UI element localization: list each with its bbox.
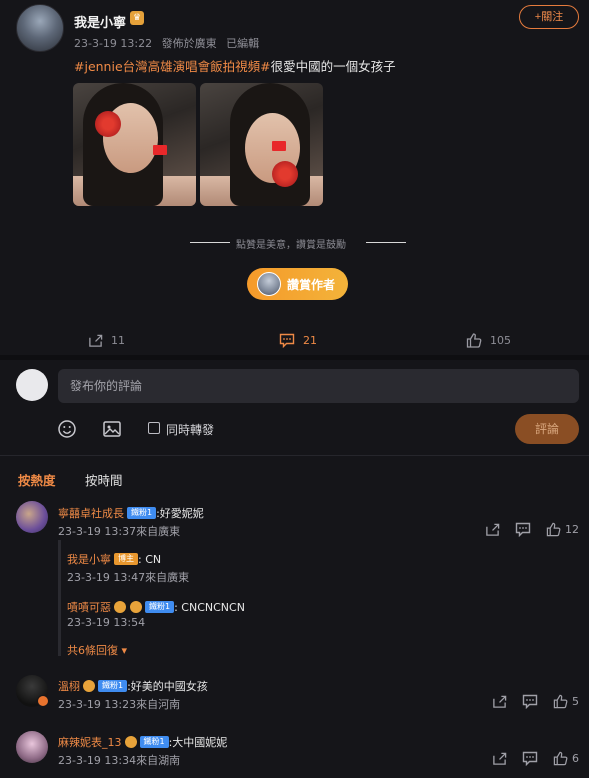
more-replies-link[interactable]: 共6條回復 ▾ <box>67 642 127 658</box>
reward-author-button[interactable]: 讚賞作者 <box>247 268 348 300</box>
reply-user[interactable]: 我是小寧 <box>67 553 111 566</box>
comment-icon <box>515 522 531 537</box>
slogan-text: 點贊是美意，讚賞是鼓勵 <box>236 240 346 251</box>
crown-icon <box>83 679 95 692</box>
tab-sort-hot[interactable]: 按熱度 <box>18 470 56 489</box>
emoji-icon[interactable] <box>57 419 77 439</box>
comment-user[interactable]: 麻辣妮表_13 <box>58 736 122 749</box>
reply-thread-line <box>58 540 61 656</box>
comment-reply-button[interactable] <box>522 694 538 709</box>
reward-label: 讚賞作者 <box>287 278 336 292</box>
thumbs-up-icon <box>466 332 482 348</box>
reward-avatar <box>257 272 281 296</box>
comment-user[interactable]: 溫栩 <box>58 680 80 693</box>
fan-badge: 鐵粉1 <box>139 735 169 748</box>
post-hashtag[interactable]: #jennie台灣高雄演唱會飯拍視頻# <box>74 59 271 74</box>
author-badge: 博主 <box>114 552 138 565</box>
comment-reply-button[interactable] <box>522 751 538 766</box>
thumbs-up-icon <box>546 522 561 537</box>
verified-icon <box>37 695 49 707</box>
section-divider <box>0 355 589 360</box>
post-text: #jennie台灣高雄演唱會飯拍視頻#很愛中國的一個女孩子 <box>74 56 396 75</box>
follow-button[interactable]: +關注 <box>519 5 579 29</box>
comment-header: 麻辣妮表_13 鐵粉1:大中國妮妮 <box>58 731 227 750</box>
crown-icon <box>124 735 137 748</box>
vip-crown-icon: ♛ <box>130 11 144 25</box>
thumbs-up-icon <box>553 694 568 709</box>
post-photo-1[interactable] <box>73 83 196 206</box>
share-icon <box>493 752 507 765</box>
comment-text: :好美的中國女孩 <box>127 680 208 693</box>
post-location: 發佈於廣東 <box>161 37 217 50</box>
comment-share-button[interactable] <box>485 522 500 537</box>
comment-user[interactable]: 寧囍卓社成長 <box>58 507 124 520</box>
reply-header: 我是小寧 博主: CN <box>67 548 161 567</box>
my-avatar <box>16 369 48 401</box>
comment-share-button[interactable] <box>492 694 507 709</box>
comment-text: :好愛妮妮 <box>156 507 204 520</box>
comment-reply-button[interactable] <box>515 522 531 537</box>
author-avatar[interactable] <box>16 4 64 52</box>
tab-sort-time[interactable]: 按時間 <box>85 470 123 489</box>
comment-meta: 23-3-19 13:34來自湖南 <box>58 754 181 767</box>
comment-icon <box>522 751 538 766</box>
comment-text: :大中國妮妮 <box>168 736 228 749</box>
comment-icon <box>279 333 295 348</box>
thumbs-up-icon <box>553 751 568 766</box>
comment-like-count: 6 <box>572 752 579 765</box>
comment-avatar[interactable] <box>16 731 48 763</box>
post-photo-2[interactable] <box>200 83 323 206</box>
submit-comment-button[interactable]: 評論 <box>515 414 579 444</box>
reply-text: : CNCNCNCN <box>174 601 245 614</box>
image-icon[interactable] <box>102 419 122 439</box>
comment-like-count: 12 <box>565 523 579 536</box>
comment-header: 寧囍卓社成長 鐵粉1:好愛妮妮 <box>58 502 204 521</box>
post-meta: 23-3-19 13:22 發佈於廣東 已編輯 <box>74 35 265 51</box>
author-name[interactable]: 我是小寧 <box>74 12 126 31</box>
comment-share-button[interactable] <box>492 751 507 766</box>
share-action[interactable]: 11 <box>88 332 125 348</box>
repost-label: 同時轉發 <box>166 423 215 437</box>
comment-meta: 23-3-19 13:23來自河南 <box>58 698 181 711</box>
reply-header: 嘖嘖可惡 鐵粉1: CNCNCNCN <box>67 596 245 615</box>
comment-like-button[interactable]: 6 <box>553 751 579 766</box>
comment-action[interactable]: 21 <box>279 332 317 348</box>
reply-user[interactable]: 嘖嘖可惡 <box>67 601 111 614</box>
more-replies-label: 共6條回復 <box>67 644 118 657</box>
share-icon <box>89 334 103 347</box>
like-count: 105 <box>490 333 511 347</box>
comment-count: 21 <box>303 333 317 347</box>
fan-badge: 鐵粉1 <box>127 506 157 519</box>
reward-slogan: 點贊是美意，讚賞是鼓勵 <box>190 236 406 251</box>
vip-icon <box>114 600 126 613</box>
comment-avatar[interactable] <box>16 501 48 533</box>
post-timestamp: 23-3-19 13:22 <box>74 37 153 50</box>
reply-meta: 23-3-19 13:47來自廣東 <box>67 571 190 584</box>
reply-meta: 23-3-19 13:54 <box>67 616 146 629</box>
post-edited: 已編輯 <box>226 37 260 50</box>
repost-checkbox[interactable] <box>148 422 160 434</box>
post-body: 很愛中國的一個女孩子 <box>270 59 396 74</box>
comment-icon <box>522 694 538 709</box>
comment-header: 溫栩 鐵粉1:好美的中國女孩 <box>58 675 208 694</box>
fan-badge: 鐵粉1 <box>145 600 175 613</box>
share-icon <box>493 695 507 708</box>
comment-input[interactable]: 發布你的評論 <box>58 369 579 403</box>
comment-like-button[interactable]: 12 <box>546 522 579 537</box>
chevron-down-icon: ▾ <box>118 644 128 657</box>
reply-text: : CN <box>138 553 162 566</box>
comment-like-button[interactable]: 5 <box>553 694 579 709</box>
like-action[interactable]: 105 <box>466 332 511 348</box>
composer-divider <box>0 455 589 456</box>
share-count: 11 <box>111 333 125 347</box>
fan-badge: 鐵粉1 <box>98 679 128 692</box>
crown-icon <box>130 600 142 613</box>
comment-like-count: 5 <box>572 695 579 708</box>
comment-meta: 23-3-19 13:37來自廣東 <box>58 525 181 538</box>
share-icon <box>486 523 500 536</box>
